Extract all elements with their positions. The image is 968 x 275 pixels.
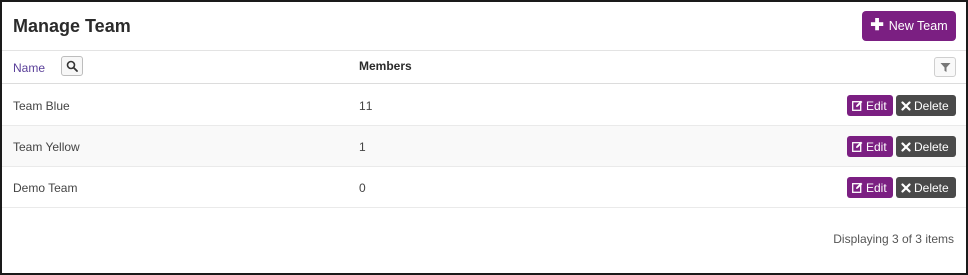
new-team-button[interactable]: ✚ New Team [862,11,956,41]
table-row: Team Yellow 1 Edit Delete [2,126,966,167]
table-row: Demo Team 0 Edit Delete [2,167,966,208]
edit-label: Edit [866,180,887,195]
edit-label: Edit [866,139,887,154]
team-name: Team Blue [13,99,70,113]
close-icon [901,182,911,193]
delete-label: Delete [914,139,949,154]
team-members-count: 0 [359,181,367,195]
delete-label: Delete [914,98,949,113]
delete-button[interactable]: Delete [896,95,956,116]
team-name: Demo Team [13,181,78,195]
team-table-body: Team Blue 11 Edit Delete Team Yellow 1 E… [2,85,966,208]
filter-button[interactable] [934,57,956,77]
row-actions: Edit Delete [847,95,956,116]
close-icon [901,100,911,111]
panel-header: Manage Team ✚ New Team [2,2,966,51]
pagination-status: Displaying 3 of 3 items [833,232,954,246]
team-members-count: 1 [359,140,367,154]
column-header-name[interactable]: Name [13,61,45,75]
team-members-count: 11 [359,99,374,113]
edit-icon [852,100,863,111]
edit-icon [852,141,863,152]
edit-button[interactable]: Edit [847,136,893,157]
edit-button[interactable]: Edit [847,95,893,116]
delete-button[interactable]: Delete [896,136,956,157]
edit-label: Edit [866,98,887,113]
filter-icon [940,62,951,73]
row-actions: Edit Delete [847,177,956,198]
table-row: Team Blue 11 Edit Delete [2,85,966,126]
delete-button[interactable]: Delete [896,177,956,198]
team-name: Team Yellow [13,140,80,154]
row-actions: Edit Delete [847,136,956,157]
close-icon [901,141,911,152]
edit-button[interactable]: Edit [847,177,893,198]
name-search-button[interactable] [61,56,83,76]
delete-label: Delete [914,180,949,195]
table-header: Name Members [2,51,966,84]
search-icon [66,60,78,72]
manage-team-panel: Manage Team ✚ New Team Name Members Team… [0,0,968,275]
edit-icon [852,182,863,193]
column-header-members: Members [359,59,412,73]
page-title: Manage Team [13,16,131,36]
new-team-label: New Team [888,19,948,33]
plus-icon: ✚ [870,17,884,34]
